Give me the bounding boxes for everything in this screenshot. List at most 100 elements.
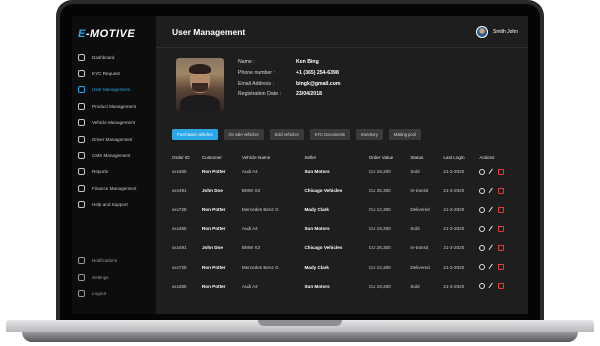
cell-actions [479,181,522,200]
cell-seller: Mady Clark [304,264,329,270]
cell-last-login: 21-2-2020 [443,169,465,175]
sidebar-item-label: Logout [92,291,107,297]
user-menu[interactable]: Smith John [475,25,518,38]
cell-vehicle-name: Mercedes Benz G [241,264,279,270]
tab-sold-vehicles[interactable]: Sold vehicles [269,129,304,140]
cell-actions [479,238,522,257]
brand-logo[interactable]: E-MOTIVE [78,28,135,40]
delete-icon[interactable] [498,283,505,290]
column-header-customer: Customer [201,155,222,160]
delete-icon[interactable] [498,168,505,175]
edit-icon[interactable] [488,263,495,271]
edit-icon[interactable] [488,244,495,252]
tab-kyc-documents[interactable]: KYC Documents [309,129,350,140]
cell-customer: Ron Potter [201,283,226,289]
sidebar-item-help-and-support[interactable]: Help and Support [72,197,156,213]
edit-icon[interactable] [488,282,495,290]
delete-icon[interactable] [498,187,505,194]
shield-icon [78,70,85,78]
cell-status: Sold [410,169,420,175]
delete-icon[interactable] [498,225,505,232]
tab-purchased-vehicles[interactable]: Purchased vehicles [172,129,218,140]
view-icon[interactable] [479,244,486,251]
sidebar-item-label: Help and Support [92,202,128,208]
tab-on-sale-vehicles[interactable]: On sale vehicles [223,129,264,140]
cell-order-id: xxx365 [172,169,187,175]
cell-actions [479,219,522,238]
header: User Management Smith John [156,16,528,48]
row-actions [479,206,522,214]
table-header-row: Order ID Customer Vehicle Name Seller Order … [172,153,522,162]
sidebar-item-notifications[interactable]: Notifications [72,252,156,269]
edit-icon[interactable] [488,187,495,194]
cell-customer: Ron Potter [201,264,226,270]
sidebar: E-MOTIVE Dashboard KYC Request User Manage… [72,16,156,314]
cell-last-login: 21-2-2020 [443,264,465,270]
sidebar-nav: Dashboard KYC Request User Management Produ… [72,49,156,213]
sidebar-item-label: Dashboard [92,54,115,60]
row-actions [479,168,522,175]
laptop-frame: E-MOTIVE Dashboard KYC Request User Manage… [0,0,600,346]
table-row: xxx365 Ron Potter Audi A4 Sun Motors CU 19,2… [172,277,522,296]
sidebar-item-kyc-request[interactable]: KYC Request [72,65,156,81]
cell-seller: Sun Motors [304,169,330,175]
delete-icon[interactable] [498,264,505,271]
tab-making-pool[interactable]: Making pool [388,129,421,140]
sidebar-item-product-management[interactable]: Product Management [72,98,156,114]
cell-last-login: 21-2-2020 [443,226,465,232]
sidebar-item-finance-management[interactable]: Finance Management [72,180,156,196]
column-header-vehicle-name: Vehicle Name [241,155,271,160]
sidebar-item-driver-management[interactable]: Driver Management [72,131,156,147]
cell-status: Sold [410,226,420,232]
cell-order-value: CU 19,200 [368,283,391,289]
phone-label: Phone number : [238,69,275,76]
view-icon[interactable] [479,187,486,194]
edit-icon[interactable] [488,225,495,233]
sidebar-item-label: Driver Management [92,136,133,142]
cell-status: In-transit [410,245,429,251]
cell-order-id: xxx728 [172,207,187,213]
edit-icon[interactable] [488,168,495,175]
cell-status: Sold [410,283,420,289]
sidebar-item-label: CMS Management [92,153,131,159]
column-header-last-login: Last Login [443,155,465,160]
row-actions [479,282,522,290]
view-icon[interactable] [479,168,486,175]
grid-icon [78,53,85,61]
cell-last-login: 21-2-2020 [443,207,465,213]
sidebar-item-reports[interactable]: Reports [72,164,156,180]
sidebar-item-label: Vehicle Management [92,120,135,126]
cell-last-login: 21-2-2020 [443,188,465,194]
table-body: xxx365 Ron Potter Audi A4 Sun Motors CU 19,2… [172,162,522,296]
tab-inventory[interactable]: Inventory [355,129,383,140]
delete-icon[interactable] [498,206,505,213]
row-actions [479,263,522,271]
view-icon[interactable] [479,206,486,213]
cell-order-id: xxx728 [172,264,187,270]
cell-vehicle-name: Audi A4 [241,283,258,289]
cell-seller: Chicago Vehicles [304,245,343,251]
sidebar-item-cms-management[interactable]: CMS Management [72,147,156,163]
view-icon[interactable] [479,225,486,232]
laptop-base [0,314,600,346]
edit-icon[interactable] [488,206,495,214]
row-actions [479,244,522,252]
page-title: User Management [172,26,246,37]
cell-seller: Sun Motors [304,226,330,232]
view-icon[interactable] [479,264,486,271]
delete-icon[interactable] [498,244,505,251]
cell-order-id: xxx365 [172,226,187,232]
sidebar-item-label: User Management [92,87,130,93]
sidebar-item-vehicle-management[interactable]: Vehicle Management [72,115,156,131]
help-icon [78,201,85,209]
name-value: Ken Bing [296,59,319,65]
cell-vehicle-name: BMW X3 [241,188,261,194]
cell-seller: Sun Motors [304,283,330,289]
sidebar-item-logout[interactable]: Logout [72,286,156,303]
sidebar-item-user-management[interactable]: User Management [72,82,156,98]
gear-icon [78,273,85,281]
column-header-seller: Seller [304,155,317,160]
sidebar-item-settings[interactable]: Settings [72,269,156,286]
sidebar-item-dashboard[interactable]: Dashboard [72,49,156,65]
view-icon[interactable] [479,283,486,290]
